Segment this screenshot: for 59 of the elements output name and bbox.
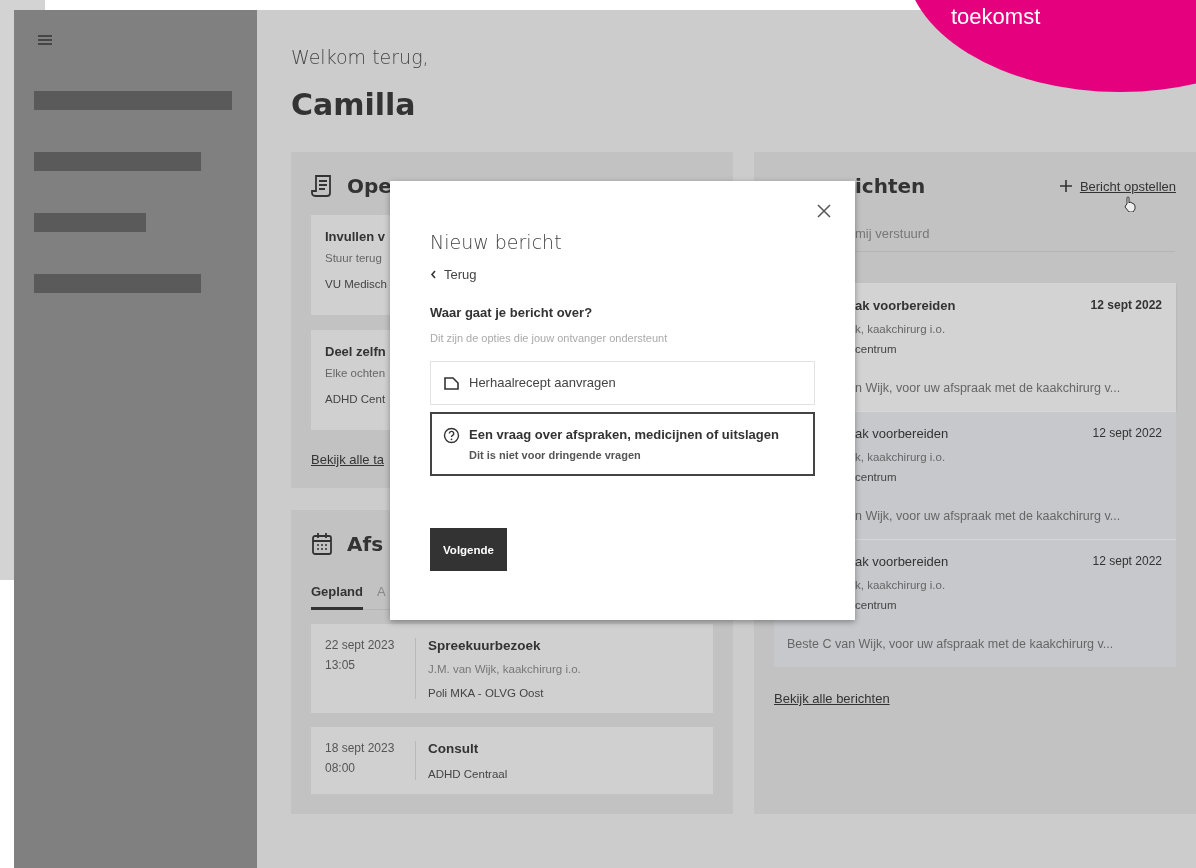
option-card[interactable]: Een vraag over afspraken, medicijnen of uitslagen Dit is niet voor dringende vragen <box>430 412 815 476</box>
panel-title: Ope <box>347 174 392 198</box>
dialog-title: Nieuw bericht <box>430 231 563 255</box>
appointment-place: Poli MKA - OLVG Oost <box>428 687 545 699</box>
appointment-card[interactable]: 22 sept 2023 13:05 Spreekuurbezoek J.M. van Wijk, kaakchirurg i.o. Poli MKA - OLVG Oost <box>311 624 713 713</box>
message-preview: Beste C van Wijk, voor uw afspraak met de kaakchirurg v... <box>787 637 1115 651</box>
message-date: 12 sept 2022 <box>1092 554 1162 569</box>
message-sender: k, kaakchirurg i.o. <box>855 323 947 335</box>
all-messages-link[interactable]: Bekijk alle berichten <box>774 691 890 706</box>
task-title: Invullen v <box>325 229 385 244</box>
task-subtitle: Elke ochten <box>325 367 386 379</box>
appointment-time: 08:00 <box>325 761 357 775</box>
compose-link[interactable]: Bericht opstellen <box>1059 178 1176 194</box>
message-place: centrum <box>855 343 898 355</box>
task-source: ADHD Cent <box>325 393 386 405</box>
message-date: 12 sept 2022 <box>1090 298 1162 313</box>
message-title: ak voorbereiden <box>855 554 949 569</box>
calendar-icon <box>311 532 333 556</box>
close-icon[interactable] <box>817 204 831 218</box>
appointment-date: 22 sept 2023 <box>325 638 396 652</box>
appointment-place: ADHD Centraal <box>428 768 508 780</box>
hand-cursor-icon <box>1122 195 1137 212</box>
question-text: Waar gaat je bericht over? <box>430 305 594 320</box>
task-title: Deel zelfn <box>325 344 386 359</box>
option-label: Herhaalrecept aanvragen <box>469 374 616 392</box>
message-title: ak voorbereiden <box>855 426 949 441</box>
message-sender: k, kaakchirurg i.o. <box>855 579 947 591</box>
tab[interactable]: Gepland <box>311 580 363 610</box>
appointment-person: J.M. van Wijk, kaakchirurg i.o. <box>428 663 581 675</box>
plus-icon <box>1059 180 1072 192</box>
panel-title: Afs <box>347 532 384 556</box>
panel-title: ichten <box>855 174 926 198</box>
message-title: ak voorbereiden <box>855 298 956 313</box>
message-preview: n Wijk, voor uw afspraak met de kaakchirurg v... <box>855 381 1122 395</box>
all-tasks-link[interactable]: Bekijk alle ta <box>311 452 384 467</box>
next-button[interactable]: Volgende <box>430 528 507 571</box>
message-place: centrum <box>855 471 898 483</box>
back-link[interactable]: Terug <box>430 267 477 282</box>
badge-text: toekomst <box>951 4 1041 30</box>
hint-text: Dit zijn de opties die jouw ontvanger ondersteunt <box>430 332 669 344</box>
document-icon <box>443 375 460 392</box>
receipt-icon <box>311 174 333 198</box>
help-icon <box>443 427 460 444</box>
appointment-card[interactable]: 18 sept 2023 08:00 Consult ADHD Centraal <box>311 727 713 794</box>
appointment-time: 13:05 <box>325 658 357 672</box>
appointment-title: Spreekuurbezoek <box>428 638 542 653</box>
greeting-text: Welkom terug, <box>291 46 430 70</box>
message-preview: n Wijk, voor uw afspraak met de kaakchirurg v... <box>855 509 1122 523</box>
message-sender: k, kaakchirurg i.o. <box>855 451 947 463</box>
appointment-date: 18 sept 2023 <box>325 741 396 755</box>
message-place: centrum <box>855 599 898 611</box>
appointment-title: Consult <box>428 741 480 756</box>
chevron-left-icon <box>430 270 437 279</box>
option-card[interactable]: Herhaalrecept aanvragen <box>430 361 815 405</box>
message-date: 12 sept 2022 <box>1092 426 1162 441</box>
user-name: Camilla <box>291 86 417 124</box>
task-subtitle: Stuur terug <box>325 252 382 264</box>
task-source: VU Medisch <box>325 278 387 290</box>
option-description: Dit is niet voor dringende vragen <box>469 449 642 461</box>
